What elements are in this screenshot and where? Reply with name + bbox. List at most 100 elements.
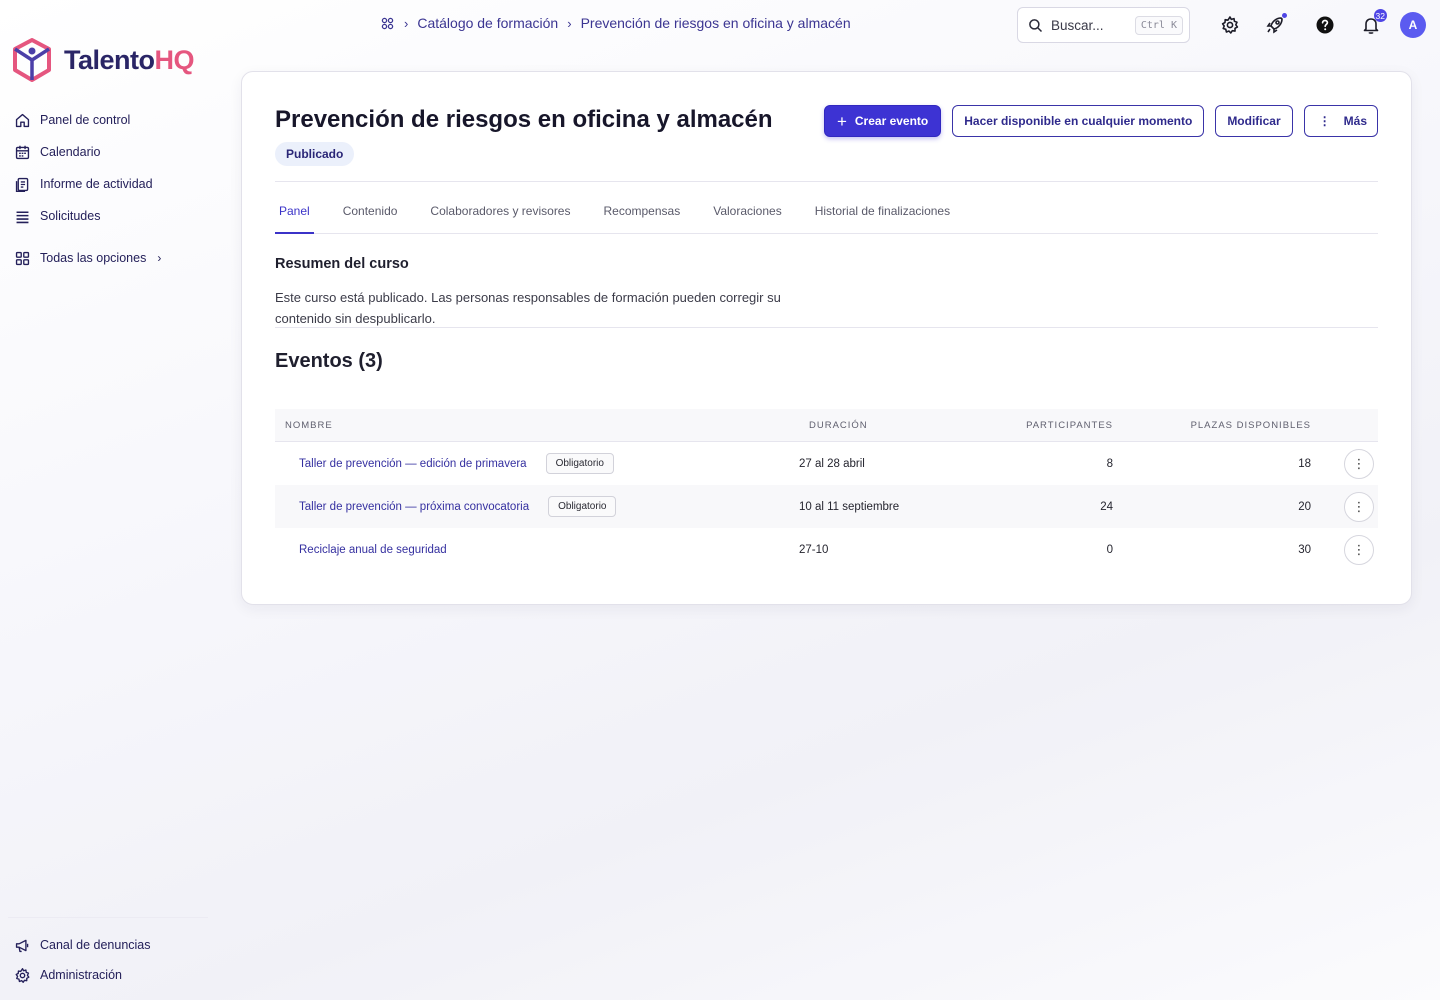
app-logo[interactable]: TalentoHQ xyxy=(12,38,194,82)
avatar[interactable]: A xyxy=(1400,12,1426,38)
event-duration: 27 al 28 abril xyxy=(799,457,865,470)
kebab-icon: ⋮ xyxy=(1352,541,1366,557)
section-divider xyxy=(275,327,1378,328)
search-box[interactable]: Buscar... Ctrl K xyxy=(1017,7,1190,43)
breadcrumb-current[interactable]: Prevención de riesgos en oficina y almac… xyxy=(581,15,851,31)
search-icon xyxy=(1029,18,1043,32)
column-header-duration[interactable]: DURACIÓN xyxy=(799,420,1003,431)
rocket-icon xyxy=(1266,17,1283,34)
modify-button[interactable]: Modificar xyxy=(1215,105,1293,137)
event-spots: 30 xyxy=(1298,543,1311,556)
tab-panel[interactable]: Panel xyxy=(275,200,314,234)
event-duration: 27-10 xyxy=(799,543,829,556)
column-header-participants[interactable]: PARTICIPANTES xyxy=(1003,420,1113,431)
row-actions-button[interactable]: ⋮ xyxy=(1344,534,1374,565)
new-indicator-dot xyxy=(1282,13,1287,18)
event-participants: 24 xyxy=(1100,500,1113,513)
breadcrumb-catalog-link[interactable]: Catálogo de formación xyxy=(417,15,558,31)
column-header-name[interactable]: NOMBRE xyxy=(275,420,799,431)
grid-icon xyxy=(15,251,30,265)
event-link[interactable]: Taller de prevención — próxima convocato… xyxy=(299,501,529,513)
table-header: NOMBRE DURACIÓN PARTICIPANTES PLAZAS DIS… xyxy=(275,409,1378,442)
sidebar-item-label: Administración xyxy=(40,968,122,982)
row-actions-button[interactable]: ⋮ xyxy=(1344,448,1374,479)
sidebar-item-activity-report[interactable]: Informe de actividad xyxy=(14,172,214,196)
notifications-count-badge: 32 xyxy=(1373,9,1387,22)
calendar-icon xyxy=(15,145,30,159)
row-actions-button[interactable]: ⋮ xyxy=(1344,491,1374,522)
course-tabs: Panel Contenido Colaboradores y revisore… xyxy=(275,200,1378,234)
more-label: Más xyxy=(1343,114,1367,128)
sidebar-item-label: Solicitudes xyxy=(40,209,101,223)
event-duration: 10 al 11 septiembre xyxy=(799,500,900,513)
course-card: Prevención de riesgos en oficina y almac… xyxy=(241,71,1412,605)
logo-text: TalentoHQ xyxy=(64,44,194,75)
events-title: Eventos (3) xyxy=(275,350,383,372)
tab-rewards[interactable]: Recompensas xyxy=(599,200,684,234)
header-divider xyxy=(275,181,1378,182)
sidebar-nav: Panel de control Calendario Informe de a… xyxy=(14,108,214,278)
search-shortcut-hint: Ctrl K xyxy=(1134,15,1183,35)
event-link[interactable]: Taller de prevención — edición de primav… xyxy=(299,458,527,470)
event-spots: 18 xyxy=(1298,457,1311,470)
page-title: Prevención de riesgos en oficina y almac… xyxy=(275,106,773,133)
sidebar-item-label: Informe de actividad xyxy=(40,177,153,191)
summary-title: Resumen del curso xyxy=(275,256,409,272)
list-icon xyxy=(16,210,29,223)
column-header-spots[interactable]: PLAZAS DISPONIBLES xyxy=(1113,420,1311,431)
sidebar-bottom-nav: Canal de denuncias Administración xyxy=(14,933,151,993)
sidebar-item-label: Calendario xyxy=(40,145,101,159)
event-link[interactable]: Reciclaje anual de seguridad xyxy=(299,544,447,556)
mandatory-tag: Obligatorio xyxy=(545,453,614,474)
sidebar-item-calendar[interactable]: Calendario xyxy=(14,140,214,164)
status-badge: Publicado xyxy=(275,142,355,166)
sidebar-item-dashboard[interactable]: Panel de control xyxy=(14,108,214,132)
chevron-right-icon: › xyxy=(157,251,162,265)
chevron-right-icon: › xyxy=(404,15,409,31)
help-button[interactable] xyxy=(1312,12,1338,38)
course-actions: + Crear evento Hacer disponible en cualq… xyxy=(823,105,1378,137)
create-event-label: Crear evento xyxy=(854,114,929,128)
sidebar-item-all-options[interactable]: Todas las opciones › xyxy=(14,246,214,270)
tab-completion-history[interactable]: Historial de finalizaciones xyxy=(811,200,954,234)
event-participants: 8 xyxy=(1106,457,1113,470)
home-icon xyxy=(15,113,30,127)
tab-collaborators[interactable]: Colaboradores y revisores xyxy=(426,200,574,234)
make-available-button[interactable]: Hacer disponible en cualquier momento xyxy=(952,105,1205,137)
kebab-icon: ⋮ xyxy=(1352,455,1366,471)
launch-button[interactable] xyxy=(1262,12,1288,38)
sidebar-item-whistleblower-channel[interactable]: Canal de denuncias xyxy=(14,933,151,957)
gear-icon xyxy=(15,967,30,983)
plus-icon: + xyxy=(836,111,847,131)
cube-logo-icon xyxy=(13,38,51,82)
mandatory-tag: Obligatorio xyxy=(548,496,617,517)
breadcrumb: › Catálogo de formación › Prevención de … xyxy=(380,15,851,31)
summary-text: Este curso está publicado. Las personas … xyxy=(275,290,781,326)
more-button[interactable]: ⋮ Más xyxy=(1303,105,1378,137)
table-row: Taller de prevención — edición de primav… xyxy=(275,442,1378,485)
tab-content[interactable]: Contenido xyxy=(339,200,402,234)
sidebar-item-label: Panel de control xyxy=(40,113,131,127)
kebab-icon: ⋮ xyxy=(1318,114,1331,128)
gear-icon xyxy=(1221,16,1239,34)
sidebar-item-requests[interactable]: Solicitudes xyxy=(14,204,214,228)
tab-ratings[interactable]: Valoraciones xyxy=(709,200,785,234)
kebab-icon: ⋮ xyxy=(1352,498,1366,514)
event-participants: 0 xyxy=(1106,543,1113,556)
grid-icon[interactable] xyxy=(380,16,395,31)
chevron-right-icon: › xyxy=(567,15,572,31)
sidebar-item-label: Canal de denuncias xyxy=(40,938,151,952)
settings-button[interactable] xyxy=(1217,12,1243,38)
sidebar-item-label: Todas las opciones xyxy=(40,251,147,265)
help-icon xyxy=(1316,16,1334,34)
megaphone-icon xyxy=(15,939,29,952)
notifications-button[interactable]: 32 xyxy=(1358,9,1387,38)
events-table: NOMBRE DURACIÓN PARTICIPANTES PLAZAS DIS… xyxy=(275,409,1378,571)
table-row: Reciclaje anual de seguridad 27-10 0 30 … xyxy=(275,528,1378,571)
event-spots: 20 xyxy=(1298,500,1311,513)
search-input[interactable]: Buscar... xyxy=(1051,18,1127,33)
report-icon xyxy=(15,177,29,192)
create-event-button[interactable]: + Crear evento xyxy=(823,105,942,137)
table-row: Taller de prevención — próxima convocato… xyxy=(275,485,1378,528)
sidebar-item-administration[interactable]: Administración xyxy=(14,963,151,987)
